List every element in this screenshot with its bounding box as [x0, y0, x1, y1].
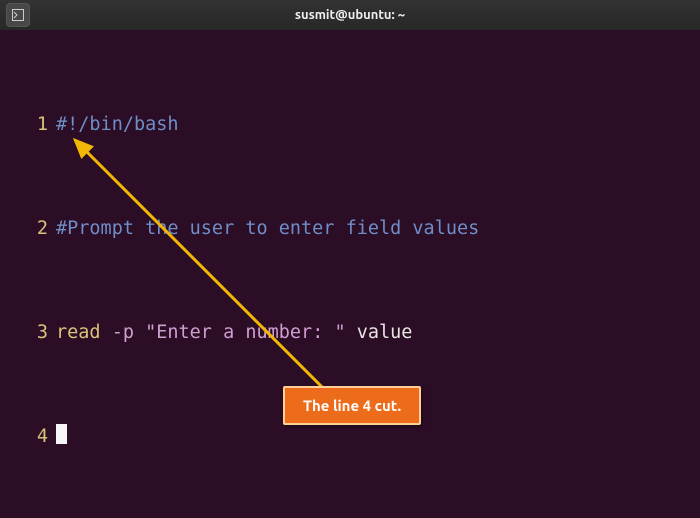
code-line: 4 — [0, 424, 700, 450]
code-line: 1 #!/bin/bash — [0, 112, 700, 138]
code-editor[interactable]: 1 #!/bin/bash 2 #Prompt the user to ente… — [0, 30, 700, 518]
window-menu-button[interactable] — [6, 3, 30, 27]
code-line: 3 read -p "Enter a number: " value — [0, 320, 700, 346]
code-line: 2 #Prompt the user to enter field values — [0, 216, 700, 242]
terminal-icon — [12, 9, 24, 21]
window-titlebar: susmit@ubuntu: ~ — [0, 0, 700, 30]
line-number: 3 — [0, 320, 56, 346]
text-cursor — [56, 424, 67, 444]
window-title: susmit@ubuntu: ~ — [0, 8, 700, 22]
line-number: 1 — [0, 112, 56, 138]
line-number: 4 — [0, 424, 56, 450]
line-number: 2 — [0, 216, 56, 242]
annotation-text: The line 4 cut. — [303, 397, 401, 414]
annotation-callout: The line 4 cut. — [283, 386, 421, 425]
terminal-area[interactable]: 1 #!/bin/bash 2 #Prompt the user to ente… — [0, 30, 700, 518]
